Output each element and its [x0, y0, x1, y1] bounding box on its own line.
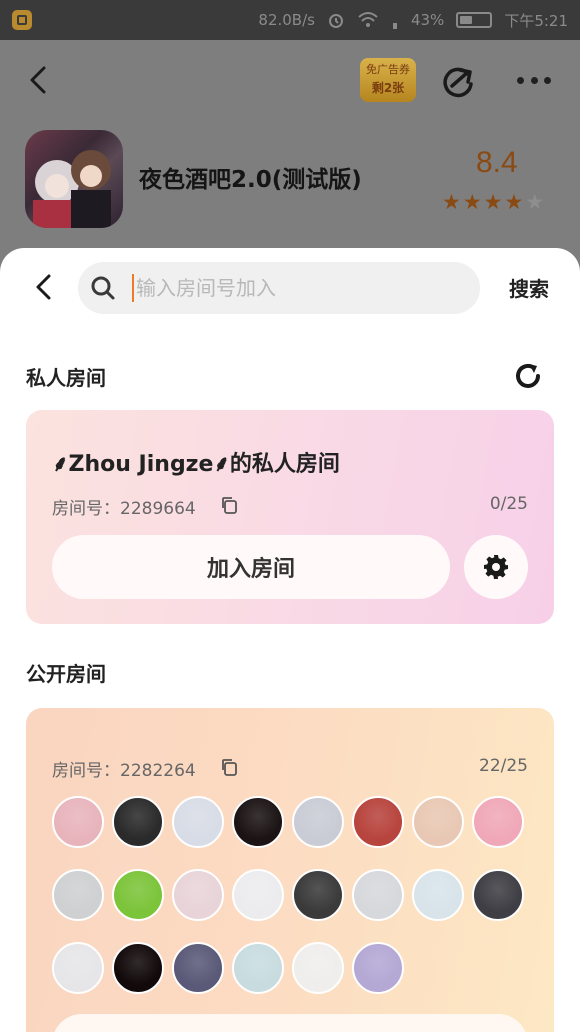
game-title: 夜色酒吧2.0(测试版)	[139, 167, 362, 193]
battery-icon	[456, 12, 493, 28]
status-bar: 82.0B/s 43% 下午5:21	[0, 0, 580, 40]
member-avatar[interactable]	[52, 942, 104, 994]
private-rooms-heading: 私人房间	[26, 366, 106, 390]
member-avatar[interactable]	[412, 869, 464, 921]
member-avatar[interactable]	[232, 942, 284, 994]
battery-percent: 43%	[410, 11, 445, 29]
ad-free-coupon-badge[interactable]: 免广告券 剩2张	[360, 58, 416, 102]
member-avatar[interactable]	[172, 869, 224, 921]
rating-score: 8.4	[476, 146, 518, 179]
room-sheet: 搜索 私人房间 ⸙Zhou Jingze⸙的私人房间 房间号：2289664 0…	[0, 248, 580, 1032]
copy-icon[interactable]	[220, 758, 238, 776]
wifi-icon	[358, 12, 378, 27]
member-avatar[interactable]	[352, 796, 404, 848]
notification-app-icon	[12, 10, 32, 30]
back-icon[interactable]	[22, 62, 58, 98]
rating-stars: ★ ★ ★ ★ ★	[442, 190, 544, 214]
star-icon: ★	[504, 190, 524, 214]
ad-badge-line1: 免广告券	[366, 63, 410, 76]
public-room-id: 房间号：2282264	[52, 761, 196, 781]
star-icon: ★	[462, 190, 482, 214]
status-right: 82.0B/s 43% 下午5:21	[258, 10, 568, 31]
private-room-id: 房间号：2289664	[52, 499, 196, 519]
search-button[interactable]: 搜索	[509, 273, 549, 302]
signal-icon	[392, 23, 397, 29]
clock: 下午5:21	[504, 11, 568, 30]
share-icon[interactable]	[438, 60, 478, 100]
private-room-count: 0/25	[489, 494, 528, 514]
member-avatar[interactable]	[472, 869, 524, 921]
member-avatar[interactable]	[352, 869, 404, 921]
member-avatar[interactable]	[52, 869, 104, 921]
member-avatar[interactable]	[232, 796, 284, 848]
top-nav: 免广告券 剩2张	[0, 40, 580, 120]
join-public-room-button[interactable]	[52, 1014, 528, 1032]
member-avatar[interactable]	[172, 942, 224, 994]
copy-icon[interactable]	[220, 496, 238, 514]
room-settings-button[interactable]	[464, 535, 528, 599]
member-avatar[interactable]	[292, 869, 344, 921]
alarm-icon	[328, 14, 343, 28]
text-caret	[132, 274, 134, 302]
room-number-input[interactable]	[136, 276, 436, 300]
private-room-card: ⸙Zhou Jingze⸙的私人房间 房间号：2289664 0/25 加入房间	[26, 410, 554, 624]
star-icon: ★	[442, 190, 461, 214]
more-menu-icon[interactable]	[514, 62, 554, 98]
star-empty-icon: ★	[525, 190, 545, 214]
private-room-name: ⸙Zhou Jingze⸙的私人房间	[52, 452, 340, 477]
star-icon: ★	[483, 190, 503, 214]
game-cover-image	[25, 130, 123, 228]
member-avatar[interactable]	[112, 796, 164, 848]
network-speed: 82.0B/s	[258, 11, 315, 29]
member-avatar[interactable]	[232, 869, 284, 921]
battery-fill	[460, 16, 473, 24]
member-avatar[interactable]	[292, 942, 344, 994]
join-private-room-button[interactable]: 加入房间	[52, 535, 450, 599]
gear-icon	[484, 555, 508, 579]
member-avatar[interactable]	[292, 796, 344, 848]
public-rooms-heading: 公开房间	[26, 662, 106, 686]
sheet-back-icon[interactable]	[28, 270, 62, 304]
member-avatar[interactable]	[172, 796, 224, 848]
game-detail-header: 免广告券 剩2张 夜色酒吧2.0(测试版) 8.4 ★ ★ ★ ★ ★	[0, 40, 580, 260]
search-icon	[91, 276, 115, 300]
search-bar[interactable]	[78, 262, 480, 314]
member-avatar[interactable]	[472, 796, 524, 848]
public-room-card: 房间号：2282264 22/25	[26, 708, 554, 1032]
refresh-icon[interactable]	[512, 360, 544, 392]
member-avatar[interactable]	[352, 942, 404, 994]
public-room-count: 22/25	[479, 756, 528, 776]
member-avatar[interactable]	[112, 869, 164, 921]
member-avatar[interactable]	[52, 796, 104, 848]
member-avatar[interactable]	[412, 796, 464, 848]
member-avatar[interactable]	[112, 942, 164, 994]
ad-badge-line2: 剩2张	[371, 81, 405, 95]
